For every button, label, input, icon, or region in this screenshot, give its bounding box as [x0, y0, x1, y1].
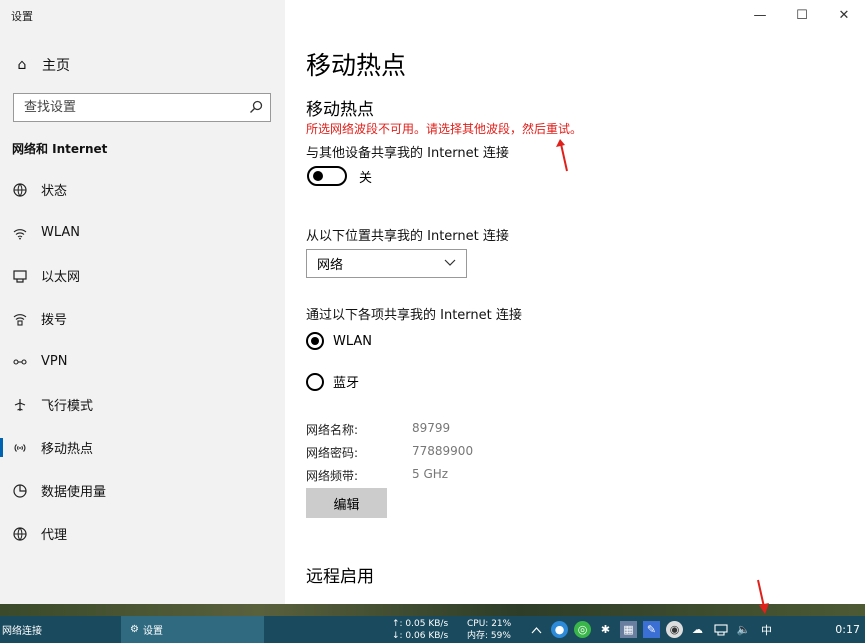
system-tray: ● ◎ ✱ ▦ ✎ ◉ ☁ 🔈 中	[528, 616, 775, 643]
sidebar-item-label: 飞行模式	[41, 399, 94, 414]
search-box[interactable]	[13, 93, 271, 122]
taskbar-app-label: 设置	[142, 626, 163, 637]
sidebar-item-label: 移动热点	[41, 442, 94, 457]
network-password-row: 网络密码: 77889900	[306, 444, 473, 461]
sidebar-item-hotspot[interactable]: 移动热点	[0, 426, 285, 469]
taskbar: 网络连接 ⚙ 设置 ↑: 0.05 KB/s ↓: 0.06 KB/s CPU:…	[0, 616, 865, 643]
cloud-icon[interactable]: ☁	[689, 621, 706, 638]
app-tray-icon[interactable]: ▦	[620, 621, 637, 638]
sidebar-item-label: VPN	[41, 354, 68, 369]
detail-value: 89799	[412, 421, 451, 435]
hotspot-icon	[12, 440, 28, 456]
error-message: 所选网络波段不可用。请选择其他波段，然后重试。	[306, 122, 583, 136]
app-tray-icon[interactable]: ●	[551, 621, 568, 638]
chevron-up-icon[interactable]	[528, 621, 545, 638]
wifi-icon	[12, 225, 28, 241]
sidebar-item-airplane[interactable]: 飞行模式	[0, 383, 285, 426]
remote-section-title: 远程启用	[306, 567, 374, 587]
edit-button[interactable]: 编辑	[306, 488, 387, 518]
download-speed: ↓: 0.06 KB/s	[392, 631, 449, 641]
sidebar-item-label: 拨号	[41, 313, 68, 328]
upload-speed: ↑: 0.05 KB/s	[392, 619, 449, 629]
sidebar-nav: 状态 WLAN 以太网 拨号 VPN 飞行模式 移动热点 数据使用量 代理	[0, 168, 285, 555]
app-title: 设置	[11, 10, 33, 23]
section-label: 网络和 Internet	[12, 142, 108, 156]
app-tray-icon[interactable]: ◉	[666, 621, 683, 638]
sidebar-item-proxy[interactable]: 代理	[0, 512, 285, 555]
radio-label: 蓝牙	[333, 376, 360, 391]
detail-key: 网络密码:	[306, 446, 359, 460]
toggle-state-label: 关	[359, 170, 373, 186]
sidebar-item-dialup[interactable]: 拨号	[0, 297, 285, 340]
app-tray-icon[interactable]: ✎	[643, 621, 660, 638]
close-button[interactable]: ✕	[823, 4, 865, 26]
home-label: 主页	[42, 58, 70, 74]
volume-icon[interactable]: 🔈	[735, 621, 752, 638]
search-input[interactable]	[14, 94, 244, 121]
share-from-value: 网络	[317, 258, 344, 273]
detail-value: 5 GHz	[412, 467, 449, 481]
cpu-usage: CPU: 21%	[467, 619, 512, 629]
desktop-wallpaper	[0, 604, 865, 616]
ime-indicator[interactable]: 中	[758, 621, 775, 638]
memory-usage: 内存: 59%	[467, 631, 511, 641]
ethernet-icon	[12, 268, 28, 284]
hotspot-toggle-row: 关	[307, 166, 372, 186]
home-link[interactable]: ⌂ 主页	[14, 54, 70, 76]
gear-icon: ⚙	[130, 624, 139, 635]
search-icon[interactable]	[249, 100, 263, 114]
section-title: 移动热点	[306, 100, 374, 120]
network-icon[interactable]	[712, 621, 729, 638]
network-name-row: 网络名称: 89799	[306, 421, 450, 438]
radio-label: WLAN	[333, 333, 373, 349]
sidebar-item-ethernet[interactable]: 以太网	[0, 254, 285, 297]
share-from-select[interactable]: 网络	[306, 249, 467, 278]
data-usage-icon	[12, 483, 28, 499]
maximize-button[interactable]: ☐	[781, 4, 823, 26]
detail-key: 网络名称:	[306, 423, 359, 437]
dialup-icon	[12, 311, 28, 327]
vpn-icon	[12, 354, 28, 370]
sidebar-item-label: 以太网	[41, 270, 81, 285]
radio-bluetooth[interactable]: 蓝牙	[306, 372, 359, 391]
main-content: — ☐ ✕ 移动热点 移动热点 所选网络波段不可用。请选择其他波段，然后重试。 …	[285, 0, 865, 616]
radio-button[interactable]	[306, 332, 324, 350]
system-usage-meter: CPU: 21% 内存: 59%	[467, 616, 511, 643]
hotspot-toggle[interactable]	[307, 166, 347, 186]
radio-wlan[interactable]: WLAN	[306, 332, 372, 350]
detail-key: 网络频带:	[306, 469, 359, 483]
share-from-label: 从以下位置共享我的 Internet 连接	[306, 229, 509, 244]
proxy-globe-icon	[12, 526, 28, 542]
taskbar-network-connections[interactable]: 网络连接	[0, 616, 118, 643]
sidebar-item-label: 状态	[41, 184, 68, 199]
globe-icon	[12, 182, 28, 198]
clock[interactable]: 0:17	[835, 623, 860, 636]
sidebar-item-data-usage[interactable]: 数据使用量	[0, 469, 285, 512]
sidebar-item-label: 数据使用量	[41, 485, 107, 500]
annotation-arrow-icon	[757, 579, 769, 614]
sidebar: 设置 ⌂ 主页 网络和 Internet 状态	[0, 0, 285, 616]
sidebar-item-label: 代理	[41, 528, 68, 543]
airplane-icon	[12, 397, 28, 413]
taskbar-settings-app[interactable]: ⚙ 设置	[121, 616, 264, 643]
wechat-icon[interactable]: ◎	[574, 621, 591, 638]
share-label: 与其他设备共享我的 Internet 连接	[306, 146, 509, 161]
share-via-label: 通过以下各项共享我的 Internet 连接	[306, 308, 522, 323]
bluetooth-icon[interactable]: ✱	[597, 621, 614, 638]
sidebar-item-vpn[interactable]: VPN	[0, 340, 285, 383]
chevron-down-icon	[444, 256, 456, 271]
radio-button[interactable]	[306, 372, 324, 391]
sidebar-item-label: WLAN	[41, 225, 81, 240]
settings-window: 设置 ⌂ 主页 网络和 Internet 状态	[0, 0, 865, 616]
network-band-row: 网络频带: 5 GHz	[306, 467, 448, 484]
page-title: 移动热点	[306, 51, 407, 80]
sidebar-item-wlan[interactable]: WLAN	[0, 211, 285, 254]
window-controls: — ☐ ✕	[739, 4, 865, 26]
detail-value: 77889900	[412, 444, 474, 458]
annotation-arrow-icon	[556, 139, 568, 172]
net-speed-meter: ↑: 0.05 KB/s ↓: 0.06 KB/s	[392, 616, 448, 643]
home-icon: ⌂	[17, 57, 27, 73]
sidebar-item-status[interactable]: 状态	[0, 168, 285, 211]
minimize-button[interactable]: —	[739, 4, 781, 26]
